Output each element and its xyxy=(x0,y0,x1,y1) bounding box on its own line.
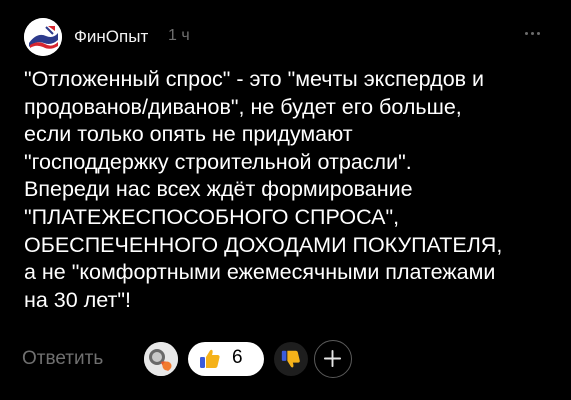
author-name[interactable]: ФинОпыт xyxy=(74,27,148,47)
comment-header: ФинОпыт 1 ч xyxy=(24,18,547,56)
author-avatar[interactable] xyxy=(24,18,62,56)
thumbs-down-icon xyxy=(281,350,300,368)
more-dots-icon[interactable] xyxy=(517,18,547,48)
reply-button[interactable]: Ответить xyxy=(22,348,103,370)
like-count: 6 xyxy=(232,347,243,368)
thumbs-up-icon xyxy=(200,349,220,368)
reactor-avatar[interactable] xyxy=(144,342,178,376)
like-reaction-button[interactable]: 6 xyxy=(188,342,264,376)
comment-card: ФинОпыт 1 ч "Отложенный спрос" - это "ме… xyxy=(0,0,571,400)
add-reaction-button[interactable] xyxy=(314,340,352,378)
plus-icon xyxy=(323,349,342,368)
reactor-avatar-icon xyxy=(144,342,178,376)
comment-actions: Ответить 6 xyxy=(22,340,542,378)
comment-time: 1 ч xyxy=(168,27,190,44)
dislike-reaction-button[interactable] xyxy=(274,342,308,376)
author-logo-icon xyxy=(24,18,62,56)
comment-text: "Отложенный спрос" - это "мечты экспердо… xyxy=(24,67,503,312)
